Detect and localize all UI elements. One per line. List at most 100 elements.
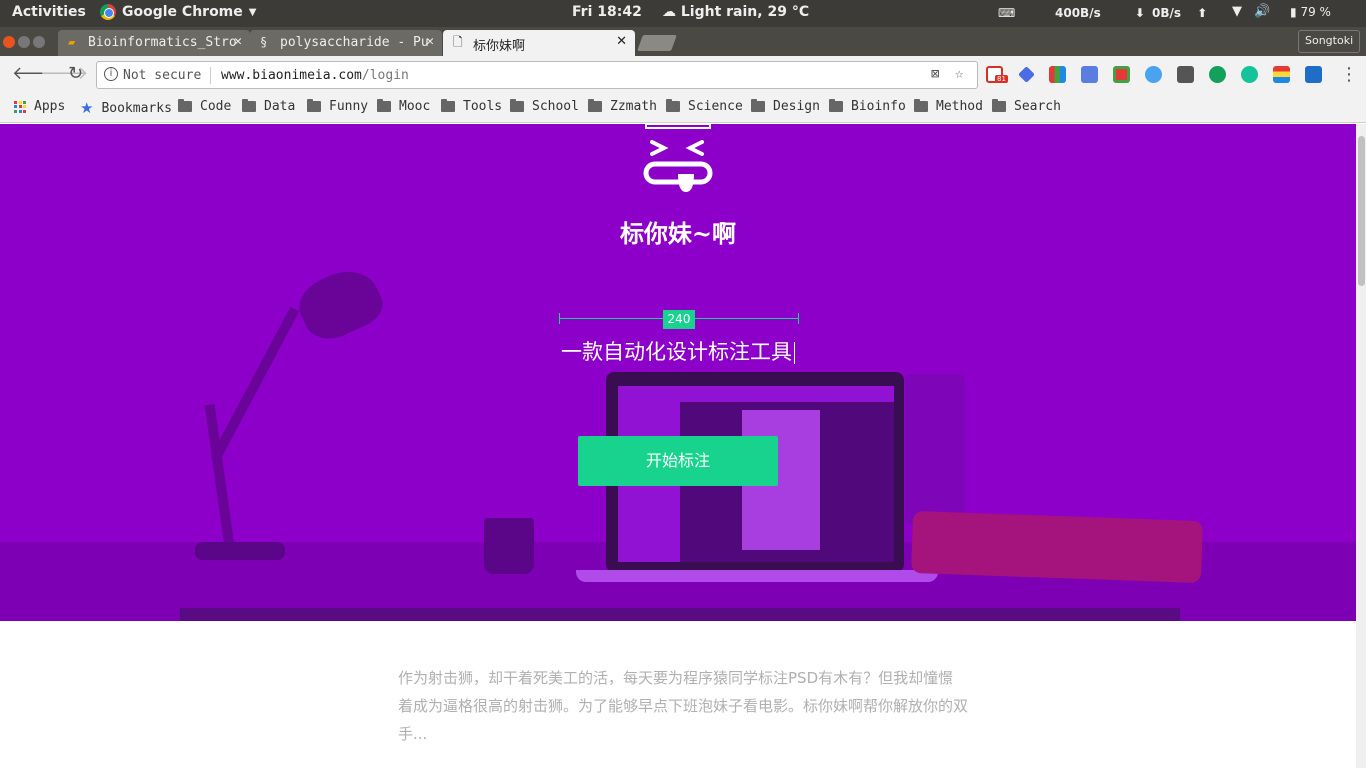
gmail-badge: 81 [995, 75, 1008, 83]
compass-icon[interactable] [1145, 66, 1162, 83]
scrollbar-thumb[interactable] [1358, 136, 1365, 286]
page-icon: 🗋 [453, 35, 463, 49]
translate-icon[interactable]: ⊠ [931, 66, 939, 82]
profile-button[interactable]: Songtoki [1298, 30, 1361, 53]
bookmark-label: School [532, 99, 579, 114]
window-maximize-button[interactable] [33, 36, 45, 48]
apps-grid-icon [14, 100, 26, 113]
app-menu[interactable]: Google Chrome ▼ [100, 4, 256, 20]
measure-indicator: 240 [559, 310, 799, 329]
weather-indicator[interactable]: ☁ Light rain, 29 °C [662, 4, 809, 20]
bookmark-folder-code[interactable]: Code [178, 99, 231, 114]
arrow-up-icon: ⬆ [1197, 6, 1208, 20]
hero-section: 标你妹~啊 240 一款自动化设计标注工具 开始标注 [0, 124, 1356, 621]
close-tab-icon[interactable]: ✕ [234, 34, 242, 49]
net-down-value: 400B/s [1055, 6, 1101, 20]
window-close-button[interactable] [3, 36, 15, 48]
close-tab-icon[interactable]: ✕ [616, 34, 627, 49]
bookmark-folder-science[interactable]: Science [666, 99, 743, 114]
info-icon[interactable]: i [104, 67, 118, 81]
measure-badge: 240 [663, 310, 695, 329]
window-minimize-button[interactable] [18, 36, 30, 48]
more-menu-icon[interactable]: ⋮ [1340, 64, 1358, 85]
folder-icon [992, 99, 1006, 112]
folder-icon [242, 99, 256, 112]
grammarly-icon[interactable] [1241, 66, 1258, 83]
clock[interactable]: Fri 18:42 [572, 4, 642, 20]
system-tray[interactable]: ▼ 🔊 [1232, 4, 1270, 19]
tab-strip: ▰ Bioinformatics_Stro ✕ § polysaccharide… [0, 27, 1366, 56]
bookmark-folder-data[interactable]: Data [242, 99, 295, 114]
desk-edge [180, 608, 1180, 621]
bookmark-folder-funny[interactable]: Funny [307, 99, 368, 114]
chevron-down-icon: ▼ [248, 6, 257, 18]
activities-button[interactable]: Activities [12, 4, 86, 20]
bars-icon[interactable] [1273, 66, 1290, 83]
tab-label: Bioinformatics_Stro [88, 35, 237, 50]
screenshot-icon[interactable] [1113, 66, 1130, 83]
folder-icon [588, 99, 602, 112]
bookmark-folder-zzmath[interactable]: Zzmath [588, 99, 657, 114]
bookmark-label: Zzmath [610, 99, 657, 114]
text-cursor [794, 342, 795, 364]
star-bookmark-icon[interactable]: ☆ [955, 66, 963, 82]
address-bar[interactable]: i Not secure www.biaonimeia.com/login ⊠ … [96, 61, 978, 89]
bookmark-label: Method [936, 99, 983, 114]
bookmark-folder-bioinfo[interactable]: Bioinfo [829, 99, 906, 114]
folder-icon [510, 99, 524, 112]
pubmed-icon: § [260, 35, 268, 49]
folder-icon [751, 99, 765, 112]
bookmark-label: Apps [34, 99, 66, 114]
brand-title: 标你妹~啊 [619, 219, 737, 248]
tab-label: 标你妹啊 [473, 39, 526, 54]
tagline: 一款自动化设计标注工具 [0, 336, 1356, 366]
tab-bioinformatics[interactable]: ▰ Bioinformatics_Stro ✕ [58, 30, 250, 56]
bookmark-label: Design [773, 99, 820, 114]
google-translate-icon[interactable] [1081, 66, 1098, 83]
battery-indicator[interactable]: ▮ 79 % [1290, 5, 1331, 19]
volume-icon: 🔊 [1254, 4, 1271, 19]
intro-description: 作为射击狮，却干着死美工的活，每天要为程序猿同学标注PSD有木有？但我却憧憬着成… [398, 669, 969, 743]
graduation-cap-icon[interactable] [1018, 66, 1035, 83]
bookmark-folder-tools[interactable]: Tools [441, 99, 502, 114]
new-tab-button[interactable] [637, 35, 677, 51]
bookmark-folder-design[interactable]: Design [751, 99, 820, 114]
star-icon: ★ [80, 99, 94, 117]
bookmark-folder-mooc[interactable]: Mooc [377, 99, 430, 114]
bookmark-apps[interactable]: Apps [14, 99, 65, 114]
bookmark-folder-school[interactable]: School [510, 99, 579, 114]
web-page: 标你妹~啊 240 一款自动化设计标注工具 开始标注 作为射击狮，却干着死美工的… [0, 124, 1356, 768]
bookmark-label: Bioinfo [851, 99, 906, 114]
start-annotating-button[interactable]: 开始标注 [578, 436, 778, 486]
folder-icon [441, 99, 455, 112]
security-label[interactable]: Not secure [123, 68, 201, 83]
browser-toolbar: 🡐 🡒 ↻ i Not secure www.biaonimeia.com/lo… [0, 56, 1366, 93]
system-top-bar: Activities Google Chrome ▼ Fri 18:42 ☁ L… [0, 0, 1366, 27]
reload-button[interactable]: ↻ [68, 63, 83, 84]
bookmark-label: Search [1014, 99, 1061, 114]
folder-icon [307, 99, 321, 112]
tab-biaonimeia[interactable]: 🗋 标你妹啊 ✕ [443, 30, 635, 56]
bookmark-folder-search[interactable]: Search [992, 99, 1061, 114]
lamp-arm-image [210, 306, 300, 462]
id-icon[interactable] [1209, 66, 1226, 83]
lightbulb-icon[interactable] [1177, 66, 1194, 83]
page-scrollbar[interactable] [1356, 124, 1366, 768]
tab-polysaccharide[interactable]: § polysaccharide - Pu ✕ [250, 30, 442, 56]
gmail-icon[interactable]: 81 [986, 66, 1008, 83]
keyboard-icon[interactable]: ⌨ [998, 6, 1015, 20]
bookmark-folder-method[interactable]: Method [914, 99, 983, 114]
bookmark-bookmarks[interactable]: ★ Bookmarks [80, 99, 172, 117]
url-text[interactable]: www.biaonimeia.com/login [221, 68, 409, 83]
brand-logo-icon [643, 124, 713, 192]
folder-icon [178, 99, 192, 112]
folder-icon [829, 99, 843, 112]
close-tab-icon[interactable]: ✕ [426, 34, 434, 49]
s-extension-icon[interactable] [1305, 66, 1322, 83]
wifi-icon: ▼ [1232, 4, 1242, 19]
lamp-shade-image [291, 259, 389, 349]
bookmark-label: Bookmarks [101, 100, 172, 116]
net-up-speed: 0B/s ⬆ [1152, 6, 1207, 20]
tab-label: polysaccharide - Pu [280, 35, 429, 50]
color-picker-icon[interactable] [1049, 66, 1066, 83]
